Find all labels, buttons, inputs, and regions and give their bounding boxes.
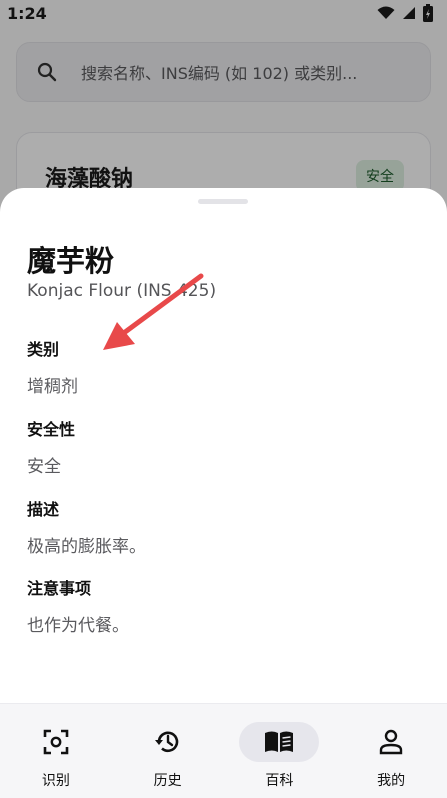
field-safety: 安全性 安全 (27, 416, 75, 477)
nav-label: 识别 (41, 773, 70, 789)
bottom-navigation: 识别 历史 百科 我的 (0, 703, 447, 798)
field-value: 安全 (27, 457, 61, 477)
field-notes: 注意事项 也作为代餐。 (27, 575, 129, 636)
nav-item-scan[interactable]: 识别 (0, 704, 112, 798)
nav-label: 历史 (153, 773, 182, 789)
nav-item-profile[interactable]: 我的 (335, 704, 447, 798)
nav-item-encyclopedia[interactable]: 百科 (224, 704, 336, 798)
nav-label: 百科 (265, 773, 294, 789)
book-icon (265, 731, 294, 752)
nav-label: 我的 (377, 773, 406, 789)
field-description: 描述 极高的膨胀率。 (27, 496, 146, 557)
field-value: 也作为代餐。 (27, 616, 129, 636)
field-value: 增稠剂 (27, 377, 78, 397)
nav-icon-container (128, 722, 208, 762)
nav-icon-container (351, 722, 431, 762)
person-icon (379, 729, 403, 755)
detail-bottom-sheet: 魔芋粉 Konjac Flour (INS 425) 类别 增稠剂 安全性 安全… (0, 188, 447, 708)
history-icon (154, 731, 178, 753)
field-value: 极高的膨胀率。 (27, 537, 146, 557)
field-label: 描述 (27, 500, 60, 519)
drag-handle[interactable] (198, 199, 248, 204)
nav-item-history[interactable]: 历史 (112, 704, 224, 798)
annotation-arrow-icon (103, 273, 204, 350)
scan-icon (43, 729, 69, 755)
nav-icon-container (16, 722, 96, 762)
field-label: 注意事项 (27, 579, 92, 598)
nav-icon-container (239, 722, 320, 762)
field-label: 类别 (27, 340, 60, 359)
field-category: 类别 增稠剂 (27, 336, 78, 397)
field-label: 安全性 (27, 420, 76, 439)
